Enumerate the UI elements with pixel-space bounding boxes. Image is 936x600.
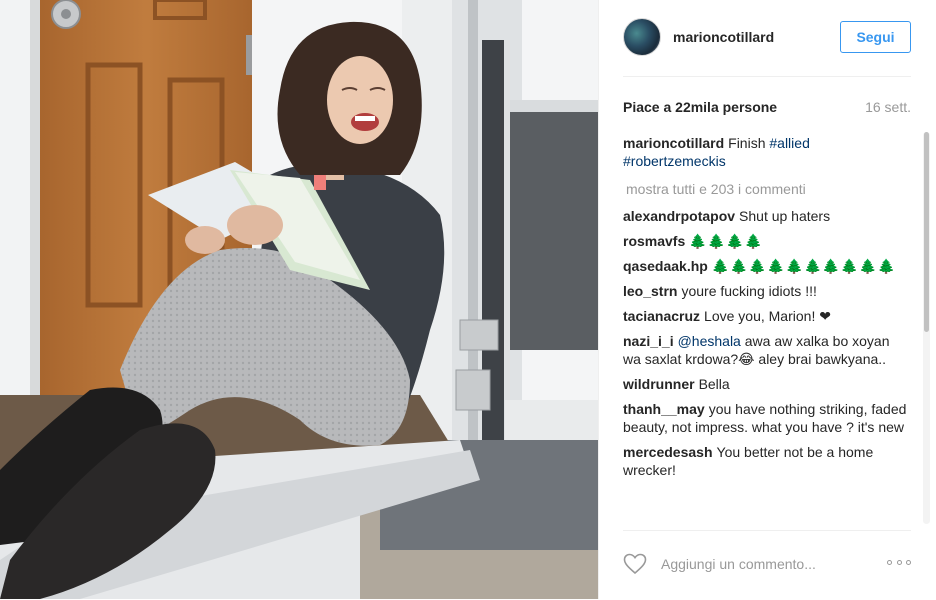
comment-item: alexandrpotapov Shut up haters <box>623 207 911 225</box>
post-header: marioncotillard Segui <box>623 18 911 77</box>
dot-icon <box>887 559 892 565</box>
caption-text: Finish <box>728 135 770 151</box>
comment-username[interactable]: tacianacruz <box>623 308 700 324</box>
comment-text: Love you, Marion! ❤ <box>704 308 831 324</box>
post-time[interactable]: 16 sett. <box>865 99 911 115</box>
comment-item: rosmavfs 🌲🌲🌲🌲 <box>623 232 911 250</box>
comment-username[interactable]: leo_strn <box>623 283 677 299</box>
comments-list[interactable]: marioncotillard Finish #allied #robertzeme… <box>623 134 911 530</box>
comment-item: leo_strn youre fucking idiots !!! <box>623 282 911 300</box>
comment-username[interactable]: nazi_i_i <box>623 333 674 349</box>
heart-icon[interactable] <box>623 553 647 575</box>
comment-item: thanh__may you have nothing striking, fad… <box>623 400 911 436</box>
follow-button[interactable]: Segui <box>840 21 911 53</box>
likes-row: Piace a 22mila persone 16 sett. <box>623 97 911 121</box>
comment-item: mercedesash You better not be a home wrec… <box>623 443 911 479</box>
avatar[interactable] <box>623 18 661 56</box>
comment-text: 🌲🌲🌲🌲🌲🌲🌲🌲🌲🌲 <box>711 258 897 274</box>
comment-item: tacianacruz Love you, Marion! ❤ <box>623 307 911 325</box>
caption-username[interactable]: marioncotillard <box>623 135 724 151</box>
comment-item: qasedaak.hp 🌲🌲🌲🌲🌲🌲🌲🌲🌲🌲 <box>623 257 911 275</box>
mention-link[interactable]: @heshala <box>678 333 741 349</box>
scrollbar-thumb[interactable] <box>924 132 929 332</box>
comment-username[interactable]: wildrunner <box>623 376 695 392</box>
hashtag-link[interactable]: #allied <box>769 135 809 151</box>
comment-username[interactable]: mercedesash <box>623 444 713 460</box>
comment-username[interactable]: qasedaak.hp <box>623 258 708 274</box>
show-all-comments-link[interactable]: mostra tutti e 203 i commenti <box>626 180 911 198</box>
likes-count[interactable]: Piace a 22mila persone <box>623 99 777 115</box>
hashtag-link[interactable]: #robertzemeckis <box>623 153 726 169</box>
comment-username[interactable]: rosmavfs <box>623 233 685 249</box>
comment-item: nazi_i_i @heshala awa aw xalka bo xoyan w… <box>623 332 911 368</box>
post-sidebar: marioncotillard Segui Piace a 22mila per… <box>598 0 936 599</box>
author-username[interactable]: marioncotillard <box>673 29 774 45</box>
comment-text: Bella <box>698 376 730 392</box>
comment-item: wildrunner Bella <box>623 375 911 393</box>
comment-username[interactable]: thanh__may <box>623 401 705 417</box>
comment-text: Shut up haters <box>739 208 831 224</box>
comment-username[interactable]: alexandrpotapov <box>623 208 735 224</box>
post-footer <box>623 530 911 600</box>
dot-icon <box>906 559 911 565</box>
more-options-icon[interactable] <box>887 557 911 567</box>
comment-text: youre fucking idiots !!! <box>681 283 817 299</box>
comment-text: 🌲🌲🌲🌲 <box>689 233 763 249</box>
caption: marioncotillard Finish #allied #robertzeme… <box>623 134 911 170</box>
add-comment-input[interactable] <box>659 555 863 573</box>
post-photo[interactable] <box>0 0 598 599</box>
comments-scrollbar[interactable] <box>923 132 930 524</box>
dot-icon <box>896 559 902 565</box>
post-photo-illustration <box>0 0 598 599</box>
